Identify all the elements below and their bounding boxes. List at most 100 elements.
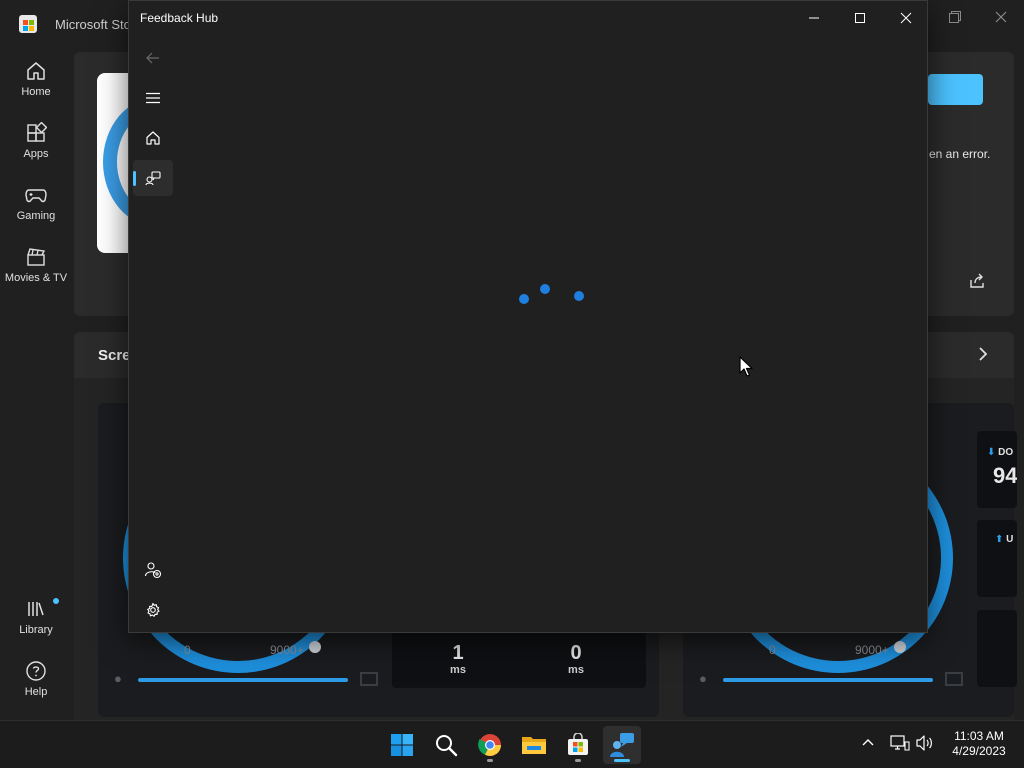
chevron-up-icon [862,739,874,746]
person-icon: ● [114,671,122,686]
home-icon [27,62,45,80]
feedback-hub-icon [610,733,634,757]
close-icon [900,12,912,24]
close-icon[interactable] [987,8,1015,28]
jitter-unit: ms [568,664,584,676]
back-button[interactable] [133,40,173,76]
nav-feedback[interactable] [133,160,173,196]
windows-start-icon [391,734,413,756]
gamepad-icon [25,189,47,203]
store-logo-icon [19,15,37,33]
ping-metric: 1 ms [428,642,488,676]
upload-card: ⬆ U [977,520,1017,597]
upload-label: U [1006,534,1014,545]
volume-icon[interactable] [915,734,935,757]
window-title: Feedback Hub [140,11,219,25]
chrome-icon [478,734,501,756]
share-icon[interactable] [968,272,986,295]
restore-icon[interactable] [941,8,969,28]
folder-icon [522,737,546,754]
hamburger-menu-icon [146,92,160,104]
running-indicator [575,759,581,762]
gauge-needle [894,641,906,653]
chevron-right-icon[interactable] [975,344,991,369]
running-indicator [487,759,493,762]
active-indicator [614,759,630,762]
update-badge [53,598,59,604]
search-icon [436,735,458,757]
sidebar-item-label: Home [21,86,51,98]
jitter-metric: 0 ms [546,642,606,676]
taskbar-feedback-hub[interactable] [603,726,641,764]
error-message: en an error. [929,147,991,161]
sidebar-item-home[interactable]: Home [0,60,72,98]
sidebar-item-help[interactable]: Help [0,660,72,698]
download-card: ⬇ DO 94 [977,431,1017,508]
taskbar [0,720,1024,768]
settings-button[interactable] [133,592,173,628]
sidebar-item-label: Library [19,624,53,636]
store-sidebar: Home Apps Gaming Movies & TV Library Hel… [0,48,72,720]
taskbar-start[interactable] [383,726,421,764]
spinner-dot [519,294,529,304]
sidebar-item-library[interactable]: Library [0,598,72,636]
spinner-dot [540,284,550,294]
home-icon [146,131,160,145]
show-hidden-icons-button[interactable] [860,735,876,756]
nav-home[interactable] [133,120,173,156]
progress-slider [138,678,348,682]
selection-indicator [133,171,136,186]
gauge-max-label: 9000+ [855,643,889,657]
sidebar-item-label: Movies & TV [4,272,68,284]
download-arrow-icon: ⬇ [987,447,996,458]
screenshots-heading: Scre [98,347,131,364]
maximize-button[interactable] [837,5,883,31]
download-value: 94 [993,463,1017,488]
sidebar-item-movies-tv[interactable]: Movies & TV [0,246,72,284]
sidebar-item-apps[interactable]: Apps [0,122,72,160]
clock-date: 4/29/2023 [952,744,1006,758]
minimize-button[interactable] [791,5,837,31]
side-card-3 [977,610,1017,687]
feedback-icon [145,171,161,186]
download-label: DO [998,447,1014,458]
store-window-title: Microsoft Sto [55,17,131,32]
taskbar-microsoft-store[interactable] [559,726,597,764]
add-account-button[interactable] [133,552,173,588]
gauge-needle [309,641,321,653]
gauge-min-label: 0 [184,643,191,657]
clock[interactable]: 11:03 AM 4/29/2023 [942,729,1016,759]
gauge-min-label: 0 [769,643,776,657]
network-icon[interactable] [890,734,910,757]
taskbar-chrome[interactable] [471,726,509,764]
sidebar-item-label: Apps [23,148,49,160]
install-button[interactable] [928,74,983,105]
taskbar-search[interactable] [427,726,465,764]
feedback-hub-window: Feedback Hub [128,0,928,633]
gear-icon [147,602,160,617]
apps-icon [27,122,47,142]
ping-jitter-panel: 1 ms 0 ms [392,632,646,688]
sidebar-item-gaming[interactable]: Gaming [0,184,72,222]
server-icon [945,672,963,686]
sidebar-item-label: Help [24,686,48,698]
close-button[interactable] [883,5,929,31]
taskbar-file-explorer[interactable] [515,726,553,764]
person-icon: ● [699,671,707,686]
help-icon [26,661,46,681]
clock-time: 11:03 AM [954,729,1004,743]
server-icon [360,672,378,686]
add-person-icon [144,562,162,579]
jitter-value: 0 [570,642,582,664]
maximize-icon [855,13,865,23]
spinner-dot [574,291,584,301]
back-arrow-icon [146,52,159,64]
minimize-icon [809,17,819,19]
ping-value: 1 [452,642,464,664]
gauge-max-label: 9000+ [270,643,304,657]
mouse-cursor-icon [739,356,753,383]
sidebar-item-label: Gaming [16,210,56,222]
upload-arrow-icon: ⬆ [995,534,1004,545]
menu-button[interactable] [133,80,173,116]
clapperboard-icon [27,248,46,266]
